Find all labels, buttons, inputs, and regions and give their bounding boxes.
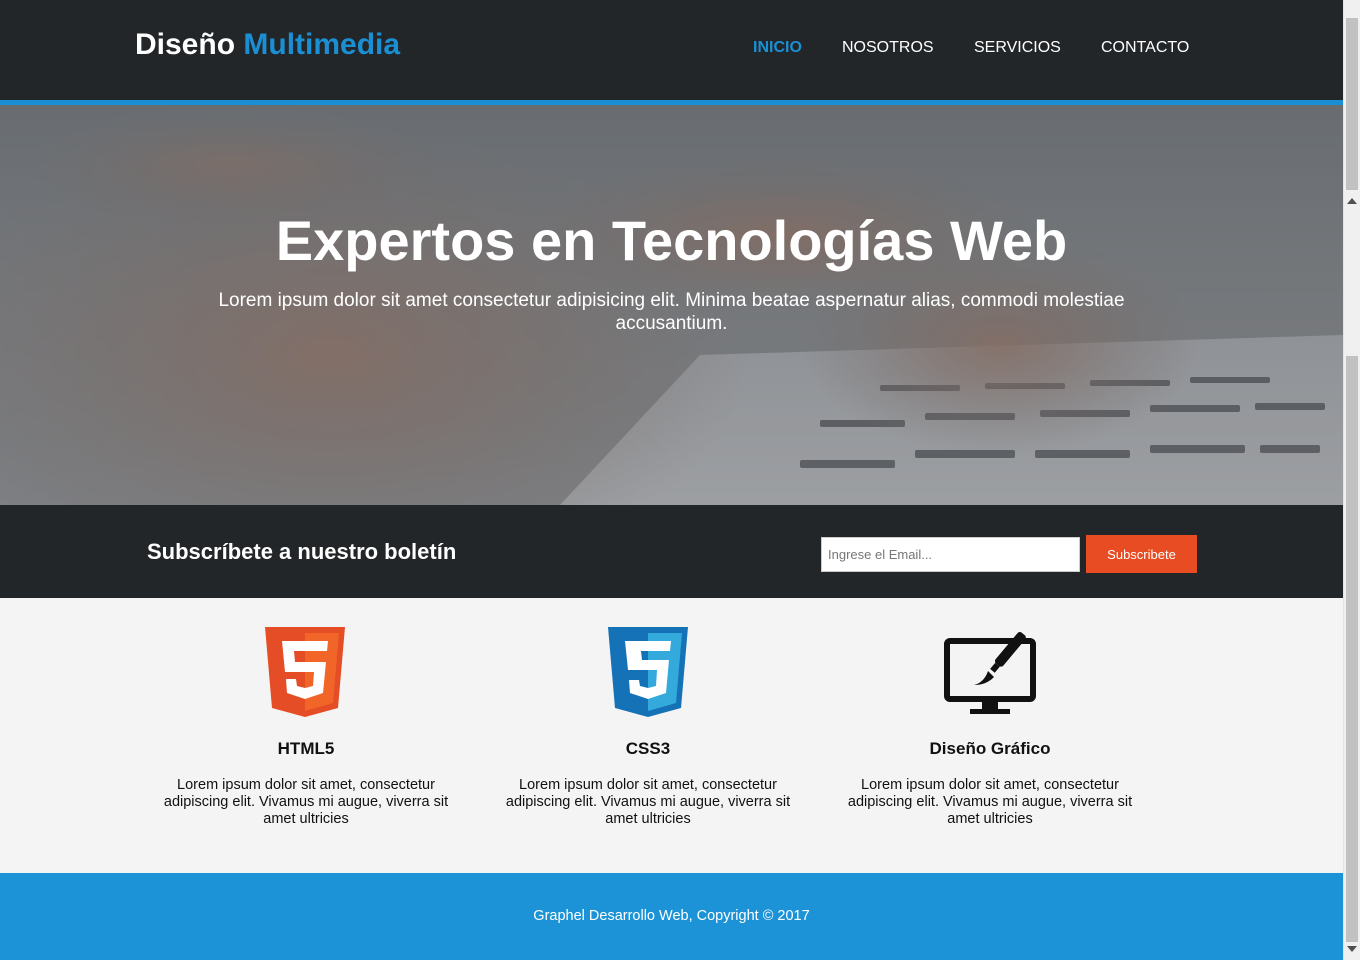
site-logo[interactable]: Diseño Multimedia: [135, 28, 400, 62]
feature-title: HTML5: [277, 739, 335, 758]
scrollbar-thumb[interactable]: [1346, 18, 1358, 190]
logo-highlight-text: Multimedia: [243, 28, 401, 61]
features-section: HTML5 Lorem ipsum dolor sit amet, consec…: [0, 598, 1343, 873]
nav-link-servicios[interactable]: SERVICIOS: [974, 39, 1061, 57]
subscribe-button[interactable]: Subscribete: [1086, 535, 1197, 573]
site-header: Diseño Multimedia INICIO NOSOTROS SERVIC…: [0, 0, 1343, 100]
newsletter-section: Subscríbete a nuestro boletín Subscribet…: [0, 505, 1343, 598]
scrollbar-track-segment[interactable]: [1346, 356, 1358, 942]
nav-link-inicio[interactable]: INICIO: [753, 39, 802, 57]
html5-icon: [265, 627, 345, 717]
feature-text: Lorem ipsum dolor sit amet, consectetur …: [163, 777, 449, 827]
logo-main-text: Diseño: [135, 28, 236, 61]
email-input[interactable]: [821, 537, 1080, 572]
css3-icon: [608, 627, 688, 717]
vertical-scrollbar[interactable]: [1343, 0, 1360, 960]
hero-title: Expertos en Tecnologías Web: [275, 209, 1068, 272]
site-footer: Graphel Desarrollo Web, Copyright © 2017: [0, 873, 1343, 960]
graphic-design-monitor-icon: [944, 632, 1036, 714]
page: Diseño Multimedia INICIO NOSOTROS SERVIC…: [0, 0, 1343, 960]
scroll-up-arrow-icon[interactable]: [1347, 198, 1357, 204]
feature-text: Lorem ipsum dolor sit amet, consectetur …: [505, 777, 791, 827]
hero-section: Expertos en Tecnologías Web Lorem ipsum …: [0, 105, 1343, 505]
hero-subtitle: Lorem ipsum dolor sit amet consectetur a…: [218, 290, 1125, 334]
footer-copyright: Graphel Desarrollo Web, Copyright © 2017: [533, 908, 810, 924]
newsletter-title: Subscríbete a nuestro boletín: [147, 539, 457, 564]
nav-link-nosotros[interactable]: NOSOTROS: [842, 39, 934, 57]
scroll-down-arrow-icon[interactable]: [1347, 946, 1357, 952]
feature-title: CSS3: [625, 739, 671, 758]
feature-title: Diseño Gráfico: [929, 739, 1051, 758]
feature-text: Lorem ipsum dolor sit amet, consectetur …: [847, 777, 1133, 827]
nav-link-contacto[interactable]: CONTACTO: [1101, 39, 1189, 57]
